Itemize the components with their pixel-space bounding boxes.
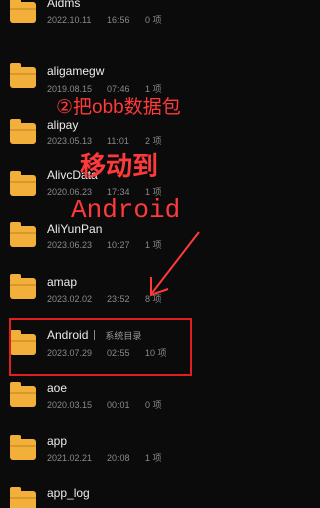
annotation-arrow-icon [150, 231, 200, 297]
